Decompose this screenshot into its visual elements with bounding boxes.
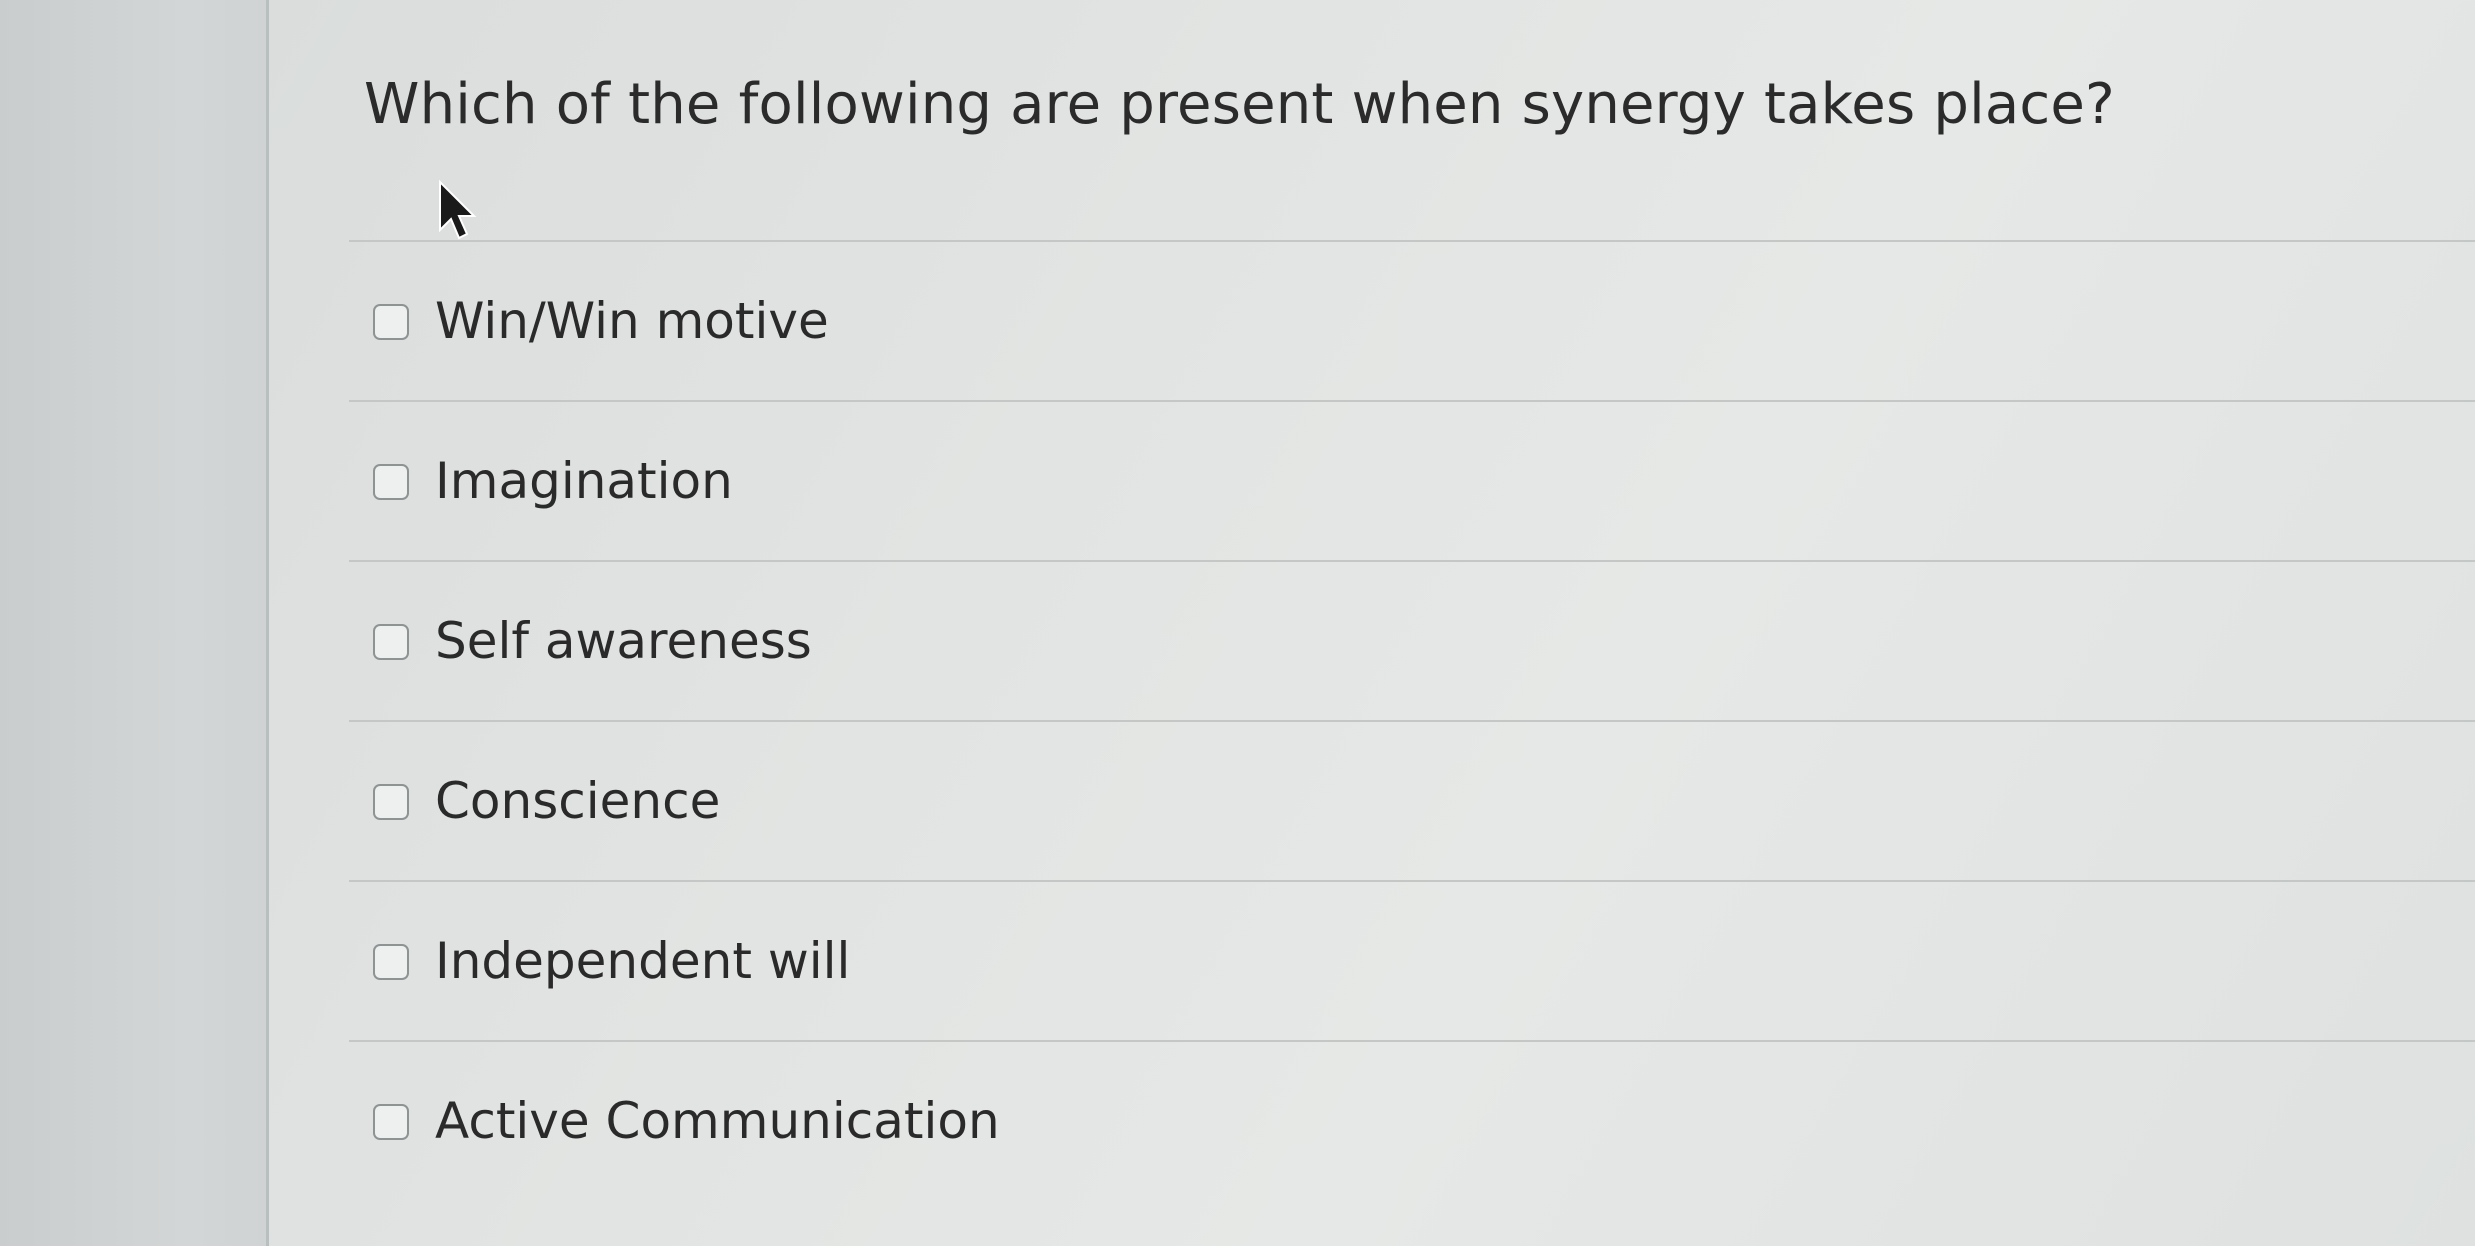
option-label[interactable]: Self awareness [435, 612, 812, 670]
option-row[interactable]: Self awareness [349, 560, 2475, 720]
option-label[interactable]: Independent will [435, 932, 850, 990]
option-row[interactable]: Conscience [349, 720, 2475, 880]
option-checkbox[interactable] [373, 1104, 409, 1140]
option-checkbox[interactable] [373, 944, 409, 980]
option-checkbox[interactable] [373, 624, 409, 660]
question-text: Which of the following are present when … [364, 72, 2115, 137]
left-gutter [0, 0, 268, 1246]
option-row[interactable]: Win/Win motive [349, 240, 2475, 400]
option-label[interactable]: Imagination [435, 452, 733, 510]
mouse-pointer-icon [439, 179, 477, 240]
option-label[interactable]: Conscience [435, 772, 720, 830]
option-checkbox[interactable] [373, 464, 409, 500]
answer-options-list: Win/Win motive Imagination Self awarenes… [349, 240, 2475, 1200]
option-label[interactable]: Win/Win motive [435, 292, 829, 350]
quiz-panel: Which of the following are present when … [269, 0, 2475, 1246]
option-row[interactable]: Active Communication [349, 1040, 2475, 1200]
option-row[interactable]: Independent will [349, 880, 2475, 1040]
option-checkbox[interactable] [373, 304, 409, 340]
screen: Which of the following are present when … [0, 0, 2475, 1246]
option-row[interactable]: Imagination [349, 400, 2475, 560]
option-checkbox[interactable] [373, 784, 409, 820]
option-label[interactable]: Active Communication [435, 1092, 1000, 1150]
